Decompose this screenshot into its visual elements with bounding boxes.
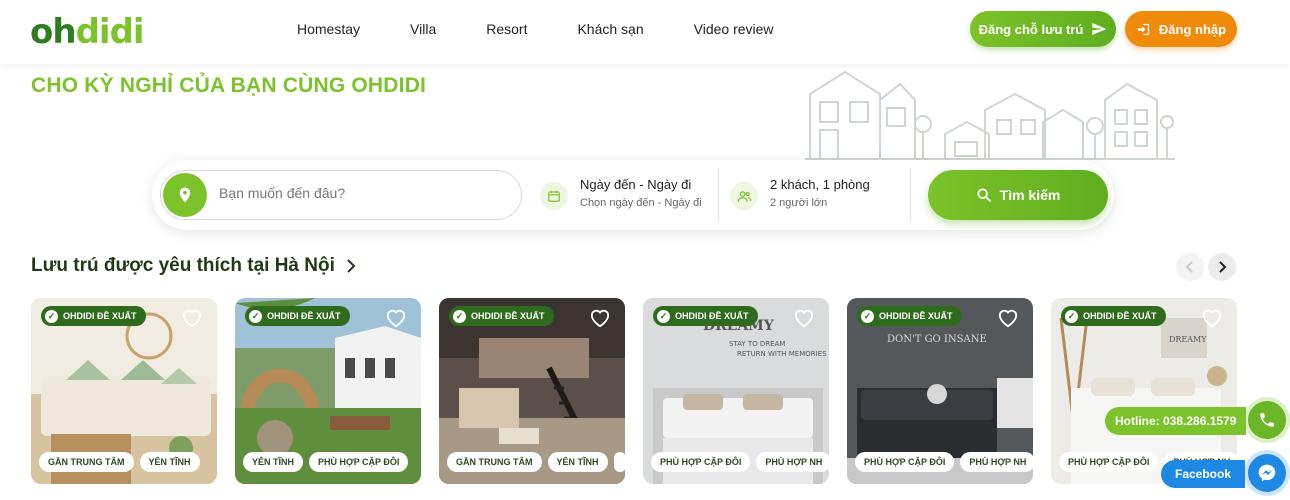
location-field[interactable] [160, 170, 522, 220]
phone-icon [1260, 413, 1274, 427]
recommended-badge: ✓ OHDIDI ĐỀ XUẤT [245, 306, 350, 326]
carousel-next-button[interactable] [1208, 253, 1236, 281]
search-divider [718, 168, 719, 222]
houses-illustration [805, 70, 1175, 160]
heart-icon[interactable] [589, 308, 611, 328]
date-picker[interactable]: Ngày đến - Ngày đi Chọn ngày đến - Ngày … [540, 176, 702, 211]
tag-list: PHÙ HỢP CẶP ĐÔI PHÙ HỢP NH [855, 452, 1033, 472]
phone-button[interactable] [1248, 401, 1286, 439]
recommended-badge: ✓ OHDIDI ĐỀ XUẤT [449, 306, 554, 326]
tag-list: GẦN TRUNG TÂM YÊN TĨNH [39, 452, 200, 472]
tag-list: GẦN TRUNG TÂM YÊN TĨNH [447, 452, 625, 472]
ohdidi-logo[interactable]: ohdidi [30, 12, 145, 52]
send-icon [1092, 23, 1107, 35]
heart-icon[interactable] [385, 308, 407, 328]
tag: PHÙ HỢP NH [756, 452, 829, 472]
carousel-prev-button[interactable] [1176, 253, 1204, 281]
search-icon [977, 188, 991, 202]
search-button[interactable]: Tìm kiếm [928, 170, 1108, 220]
search-bar: Ngày đến - Ngày đi Chọn ngày đến - Ngày … [152, 160, 1114, 230]
search-divider [910, 168, 911, 222]
check-icon: ✓ [45, 309, 58, 323]
listing-card[interactable]: ✓ OHDIDI ĐỀ XUẤT GẦN TRUNG TÂM YÊN TĨNH [31, 298, 217, 484]
svg-text:DON'T GO INSANE: DON'T GO INSANE [887, 334, 987, 345]
search-button-label: Tìm kiếm [999, 187, 1061, 203]
tag: YÊN TĨNH [243, 452, 304, 472]
tag [613, 452, 625, 472]
guests-icon [730, 182, 758, 210]
nav-resort[interactable]: Resort [486, 21, 527, 37]
login-label: Đăng nhập [1158, 21, 1227, 37]
site-header: ohdidi Homestay Villa Resort Khách sạn V… [0, 0, 1290, 64]
tag: YÊN TĨNH [139, 452, 200, 472]
listing-card[interactable]: DREAMY STAY TO DREAM RETURN WITH MEMORIE… [643, 298, 829, 484]
main-nav: Homestay Villa Resort Khách sạn Video re… [297, 0, 824, 58]
listing-carousel: ✓ OHDIDI ĐỀ XUẤT GẦN TRUNG TÂM YÊN TĨNH ✓… [31, 298, 1237, 488]
tag: GẦN TRUNG TÂM [447, 452, 542, 472]
guest-subtitle: 2 người lớn [770, 197, 828, 209]
recommended-badge: ✓ OHDIDI ĐỀ XUẤT [1061, 306, 1166, 326]
tag: GẦN TRUNG TÂM [39, 452, 134, 472]
list-property-button[interactable]: Đăng chỗ lưu trú [970, 11, 1116, 47]
tag-list: YÊN TĨNH PHÙ HỢP CẶP ĐÔI [243, 452, 409, 472]
listing-card[interactable]: ✓ OHDIDI ĐỀ XUẤT GẦN TRUNG TÂM YÊN TĨNH [439, 298, 625, 484]
nav-khach-san[interactable]: Khách sạn [577, 21, 643, 37]
guest-picker[interactable]: 2 khách, 1 phòng 2 người lớn [730, 176, 870, 211]
chevron-right-icon [1219, 261, 1227, 273]
svg-text:STAY TO DREAM: STAY TO DREAM [729, 340, 785, 348]
listing-card[interactable]: DREAMY ✓OHDIDI ĐỀ XUẤT PHÙ HỢP CẶP ĐÔI P… [1051, 298, 1237, 484]
recommended-badge: ✓ OHDIDI ĐỀ XUẤT [857, 306, 962, 326]
nav-homestay[interactable]: Homestay [297, 21, 360, 37]
recommended-badge: ✓ OHDIDI ĐỀ XUẤT [653, 306, 758, 326]
tag: PHÙ HỢP CẶP ĐÔI [855, 452, 955, 472]
chevron-right-icon [347, 259, 356, 273]
login-icon [1137, 23, 1150, 35]
check-icon: ✓ [249, 309, 262, 323]
heart-icon[interactable] [1201, 308, 1223, 328]
heart-icon[interactable] [997, 308, 1019, 328]
tag: PHÙ HỢP CẶP ĐÔI [309, 452, 409, 472]
check-icon: ✓ [453, 309, 466, 323]
date-subtitle: Chọn ngày đến - Ngày đi [580, 197, 702, 209]
tag-list: PHÙ HỢP CẶP ĐÔI PHÙ HỢP NH [651, 452, 829, 472]
check-icon: ✓ [657, 309, 670, 323]
date-title: Ngày đến - Ngày đi [580, 177, 692, 192]
tag: PHÙ HỢP NH [960, 452, 1033, 472]
tag: PHÙ HỢP CẶP ĐÔI [651, 452, 751, 472]
hotline-label[interactable]: Hotline: 038.286.1579 [1105, 407, 1247, 435]
tag: YÊN TĨNH [547, 452, 608, 472]
listing-card[interactable]: DON'T GO INSANE ✓ OHDIDI ĐỀ XUẤT PHÙ HỢP … [847, 298, 1033, 484]
hero-title: CHO KỲ NGHỈ CỦA BẠN CÙNG OHDIDI [31, 74, 427, 97]
nav-villa[interactable]: Villa [410, 21, 436, 37]
messenger-icon [1258, 464, 1276, 482]
check-icon: ✓ [861, 309, 874, 323]
location-input[interactable] [219, 185, 509, 201]
listing-card[interactable]: ✓ OHDIDI ĐỀ XUẤT YÊN TĨNH PHÙ HỢP CẶP ĐÔI [235, 298, 421, 484]
heart-icon[interactable] [793, 308, 815, 328]
location-pin-icon [163, 173, 207, 217]
section-title-text: Lưu trú được yêu thích tại Hà Nội [31, 255, 335, 276]
list-property-label: Đăng chỗ lưu trú [978, 21, 1084, 37]
nav-video-review[interactable]: Video review [694, 21, 774, 37]
facebook-label[interactable]: Facebook [1161, 460, 1246, 488]
section-title[interactable]: Lưu trú được yêu thích tại Hà Nội [31, 255, 357, 277]
check-icon: ✓ [1065, 309, 1078, 323]
login-button[interactable]: Đăng nhập [1125, 11, 1237, 47]
svg-text:DREAMY: DREAMY [1169, 335, 1207, 344]
messenger-button[interactable] [1248, 454, 1286, 492]
calendar-icon [540, 182, 568, 210]
chevron-left-icon [1185, 261, 1193, 273]
recommended-badge: ✓ OHDIDI ĐỀ XUẤT [41, 306, 146, 326]
heart-icon[interactable] [181, 308, 203, 328]
svg-text:RETURN WITH MEMORIES: RETURN WITH MEMORIES [737, 350, 827, 358]
guest-title: 2 khách, 1 phòng [770, 177, 870, 192]
tag: PHÙ HỢP CẶP ĐÔI [1059, 452, 1159, 472]
